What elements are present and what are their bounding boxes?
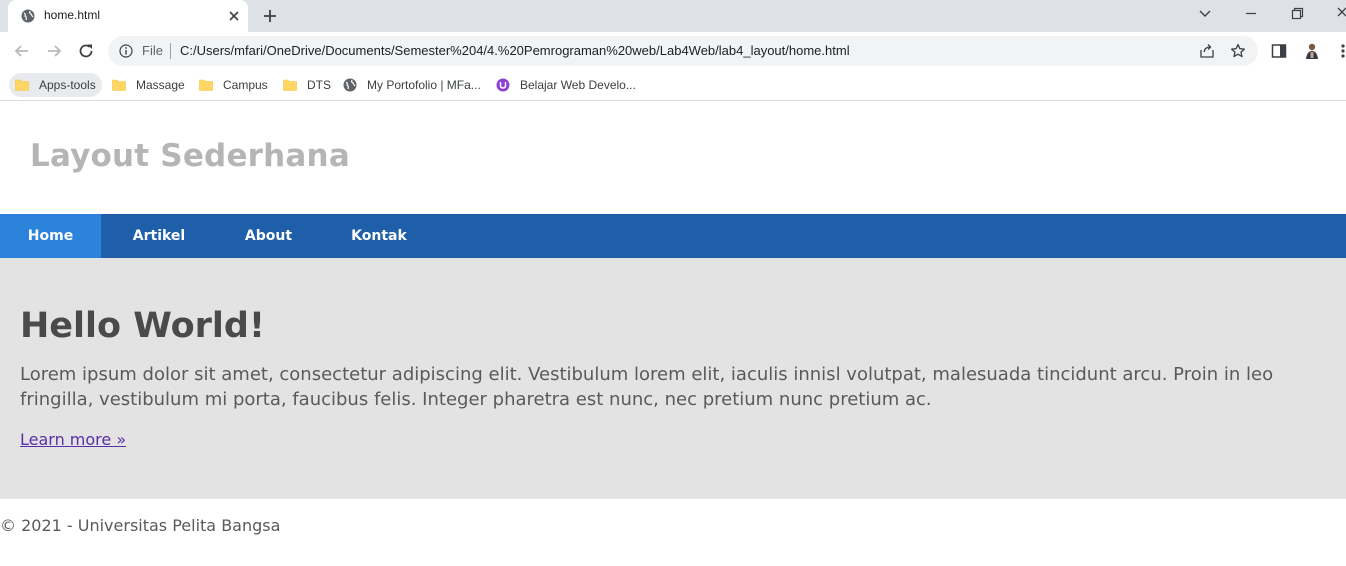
folder-icon <box>15 79 29 91</box>
bookmark-belajar-web[interactable]: Belajar Web Develo... <box>490 73 642 97</box>
globe-icon <box>343 78 357 92</box>
bookmark-label: Massage <box>136 78 185 92</box>
site-title: Layout Sederhana <box>30 138 350 174</box>
new-tab-icon[interactable] <box>261 7 279 25</box>
side-panel-icon[interactable] <box>1270 42 1288 60</box>
nav-link-kontak[interactable]: Kontak <box>320 214 438 258</box>
bookmark-folder-campus[interactable]: Campus <box>193 73 274 97</box>
bookmark-folder-apps-tools[interactable]: Apps-tools <box>9 73 102 97</box>
profile-avatar-icon[interactable] <box>1302 42 1322 60</box>
browser-toolbar: File C:/Users/mfari/OneDrive/Documents/S… <box>0 32 1346 70</box>
reload-icon[interactable] <box>76 41 96 61</box>
bookmark-folder-massage[interactable]: Massage <box>106 73 191 97</box>
share-icon[interactable] <box>1199 43 1215 59</box>
site-logo-icon <box>496 78 510 92</box>
back-icon[interactable] <box>12 41 32 61</box>
main-nav: Home Artikel About Kontak <box>0 214 1346 258</box>
learn-more-link[interactable]: Learn more » <box>20 430 126 449</box>
tab-search-icon[interactable] <box>1193 4 1217 24</box>
restore-icon[interactable] <box>1285 4 1309 24</box>
folder-icon <box>112 79 126 91</box>
url-divider <box>170 43 171 59</box>
more-menu-icon[interactable] <box>1334 42 1346 60</box>
bookmark-star-icon[interactable] <box>1230 43 1246 59</box>
forward-icon[interactable] <box>44 41 64 61</box>
folder-icon <box>199 79 213 91</box>
browser-tab[interactable]: home.html <box>8 0 248 32</box>
globe-icon <box>21 9 35 23</box>
hero-heading: Hello World! <box>20 306 265 346</box>
site-footer: © 2021 - Universitas Pelita Bangsa <box>0 516 281 535</box>
minimize-icon[interactable] <box>1239 4 1263 24</box>
nav-link-artikel[interactable]: Artikel <box>101 214 217 258</box>
url-scheme-label: File <box>142 43 163 58</box>
tab-strip: home.html <box>0 0 1346 32</box>
address-bar[interactable]: File C:/Users/mfari/OneDrive/Documents/S… <box>108 36 1258 66</box>
close-window-icon[interactable] <box>1330 4 1346 24</box>
bookmark-label: Apps-tools <box>39 78 96 92</box>
close-icon[interactable] <box>226 8 242 24</box>
tab-title: home.html <box>44 8 101 22</box>
bookmark-my-portofolio[interactable]: My Portofolio | MFa... <box>337 73 487 97</box>
bookmark-folder-dts[interactable]: DTS <box>277 73 337 97</box>
hero-section: Hello World! Lorem ipsum dolor sit amet,… <box>0 258 1346 499</box>
bookmark-label: DTS <box>307 78 331 92</box>
bookmarks-bar: Apps-tools Massage Campus DTS My Portofo… <box>0 70 1346 101</box>
bookmark-label: Belajar Web Develo... <box>520 78 636 92</box>
nav-link-home[interactable]: Home <box>0 214 101 258</box>
site-header: Layout Sederhana <box>0 102 1346 214</box>
info-icon[interactable] <box>119 44 133 58</box>
url-text[interactable]: C:/Users/mfari/OneDrive/Documents/Semest… <box>180 43 850 58</box>
folder-icon <box>283 79 297 91</box>
nav-link-about[interactable]: About <box>217 214 320 258</box>
bookmark-label: My Portofolio | MFa... <box>367 78 481 92</box>
bookmark-label: Campus <box>223 78 268 92</box>
hero-text: Lorem ipsum dolor sit amet, consectetur … <box>20 364 1274 410</box>
web-page: Layout Sederhana Home Artikel About Kont… <box>0 102 1346 566</box>
